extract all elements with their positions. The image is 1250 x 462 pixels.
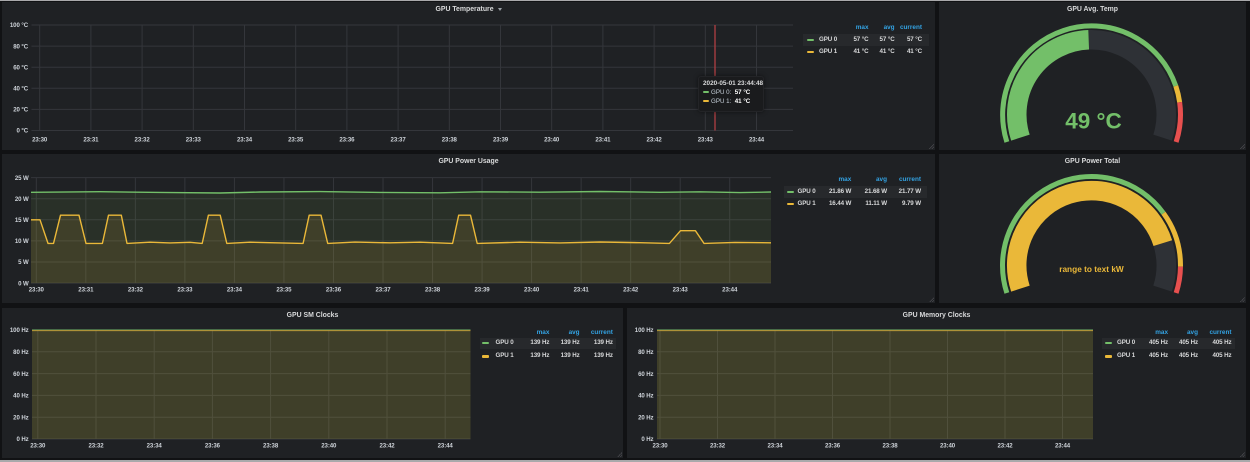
svg-text:80 Hz: 80 Hz xyxy=(13,349,28,356)
svg-text:23:30: 23:30 xyxy=(30,443,46,450)
svg-text:23:33: 23:33 xyxy=(186,137,202,144)
svg-text:80 °C: 80 °C xyxy=(13,43,29,50)
svg-text:range to text kW: range to text kW xyxy=(1059,264,1124,274)
svg-text:23:39: 23:39 xyxy=(475,287,491,294)
svg-text:23:34: 23:34 xyxy=(767,443,783,450)
svg-text:23:40: 23:40 xyxy=(940,443,956,450)
svg-text:23:42: 23:42 xyxy=(623,287,639,294)
svg-text:40 Hz: 40 Hz xyxy=(638,393,653,400)
svg-text:20 °C: 20 °C xyxy=(13,107,29,114)
svg-text:23:30: 23:30 xyxy=(652,443,668,450)
svg-text:23:44: 23:44 xyxy=(749,137,765,144)
svg-text:23:33: 23:33 xyxy=(177,287,193,294)
svg-text:23:30: 23:30 xyxy=(29,287,45,294)
svg-text:23:41: 23:41 xyxy=(595,137,611,144)
svg-text:23:42: 23:42 xyxy=(997,443,1013,450)
svg-text:23:36: 23:36 xyxy=(339,137,355,144)
svg-text:23:44: 23:44 xyxy=(438,443,454,450)
svg-text:23:36: 23:36 xyxy=(326,287,342,294)
svg-text:100 °C: 100 °C xyxy=(10,22,29,29)
svg-text:23:31: 23:31 xyxy=(78,287,94,294)
svg-text:5 W: 5 W xyxy=(18,259,29,266)
svg-text:23:35: 23:35 xyxy=(288,137,304,144)
svg-text:23:34: 23:34 xyxy=(237,137,253,144)
svg-text:23:35: 23:35 xyxy=(276,287,292,294)
svg-text:23:39: 23:39 xyxy=(493,137,509,144)
svg-text:23:42: 23:42 xyxy=(379,443,395,450)
svg-text:100 Hz: 100 Hz xyxy=(635,327,654,334)
svg-text:23:36: 23:36 xyxy=(825,443,841,450)
svg-text:80 Hz: 80 Hz xyxy=(638,349,653,356)
svg-text:20 Hz: 20 Hz xyxy=(638,414,653,421)
svg-text:40 °C: 40 °C xyxy=(13,86,29,93)
svg-text:60 °C: 60 °C xyxy=(13,64,29,71)
svg-text:25 W: 25 W xyxy=(15,175,29,182)
svg-text:49 °C: 49 °C xyxy=(1065,108,1122,133)
svg-text:20 Hz: 20 Hz xyxy=(13,414,28,421)
svg-text:23:32: 23:32 xyxy=(710,443,726,450)
svg-text:23:37: 23:37 xyxy=(375,287,391,294)
svg-text:23:32: 23:32 xyxy=(88,443,104,450)
svg-text:23:34: 23:34 xyxy=(147,443,163,450)
svg-text:23:38: 23:38 xyxy=(263,443,279,450)
svg-text:23:41: 23:41 xyxy=(574,287,590,294)
svg-text:23:31: 23:31 xyxy=(83,137,99,144)
svg-text:0 Hz: 0 Hz xyxy=(16,436,28,443)
svg-text:23:44: 23:44 xyxy=(722,287,738,294)
svg-text:23:43: 23:43 xyxy=(673,287,689,294)
svg-text:23:42: 23:42 xyxy=(647,137,663,144)
svg-text:20 W: 20 W xyxy=(15,196,29,203)
svg-text:23:38: 23:38 xyxy=(425,287,441,294)
svg-text:23:38: 23:38 xyxy=(882,443,898,450)
svg-text:23:36: 23:36 xyxy=(205,443,221,450)
svg-text:100 Hz: 100 Hz xyxy=(10,327,29,334)
svg-text:23:38: 23:38 xyxy=(442,137,458,144)
svg-text:23:40: 23:40 xyxy=(544,137,560,144)
svg-text:15 W: 15 W xyxy=(15,217,29,224)
svg-text:23:34: 23:34 xyxy=(227,287,243,294)
svg-text:0 °C: 0 °C xyxy=(16,128,28,135)
svg-text:23:37: 23:37 xyxy=(391,137,407,144)
svg-text:23:30: 23:30 xyxy=(32,137,48,144)
svg-text:60 Hz: 60 Hz xyxy=(13,371,28,378)
svg-text:0 W: 0 W xyxy=(18,280,29,287)
svg-text:23:40: 23:40 xyxy=(524,287,540,294)
svg-text:23:43: 23:43 xyxy=(698,137,714,144)
svg-text:40 Hz: 40 Hz xyxy=(13,393,28,400)
svg-text:60 Hz: 60 Hz xyxy=(638,371,653,378)
svg-text:10 W: 10 W xyxy=(15,238,29,245)
svg-text:23:44: 23:44 xyxy=(1055,443,1071,450)
svg-text:23:40: 23:40 xyxy=(321,443,337,450)
svg-text:23:32: 23:32 xyxy=(128,287,144,294)
svg-text:23:32: 23:32 xyxy=(135,137,151,144)
